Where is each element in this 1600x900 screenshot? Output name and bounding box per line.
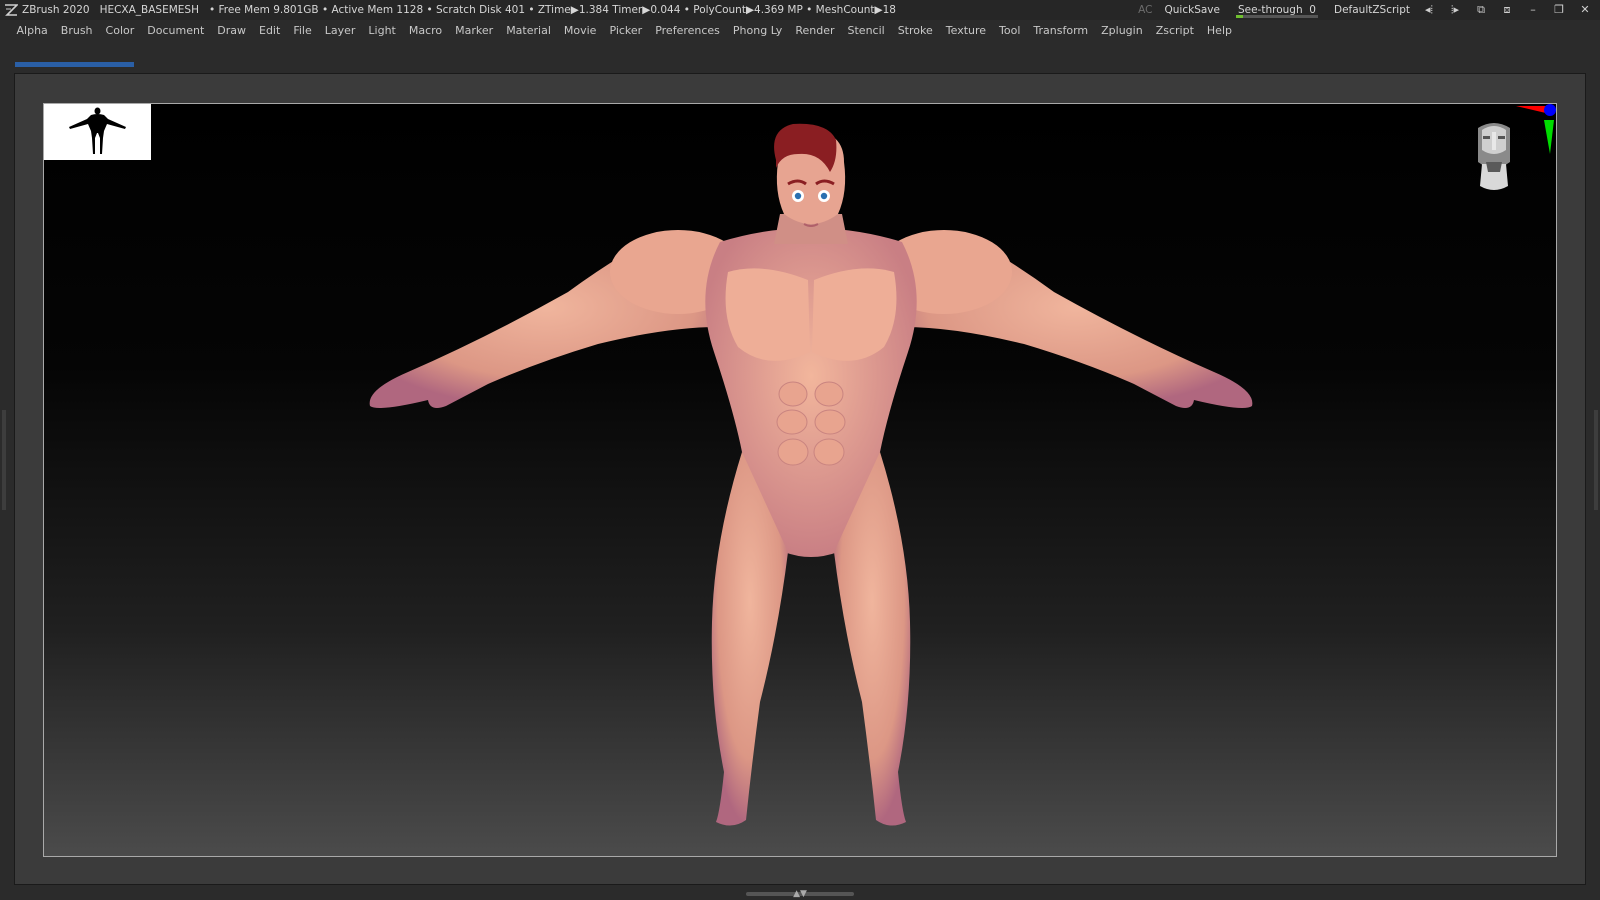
model-body (369, 214, 1253, 826)
menu-bar: Alpha Brush Color Document Draw Edit File Layer… (0, 20, 1600, 42)
see-through-slider[interactable]: See-through 0 (1232, 0, 1322, 20)
layout-icon[interactable]: ⧈ (1500, 0, 1514, 20)
navigation-cube[interactable] (1468, 102, 1560, 208)
silhouette-thumbnail[interactable] (44, 104, 151, 160)
menu-stencil[interactable]: Stencil (841, 20, 891, 42)
menu-edit[interactable]: Edit (253, 20, 287, 42)
default-zscript-button[interactable]: DefaultZScript (1334, 0, 1410, 20)
menu-marker[interactable]: Marker (449, 20, 500, 42)
right-tray-handle[interactable] (1594, 410, 1598, 510)
silhouette-icon (69, 107, 126, 154)
menu-picker[interactable]: Picker (603, 20, 649, 42)
model-head (774, 123, 846, 227)
menu-zplugin[interactable]: Zplugin (1095, 20, 1150, 42)
menu-color[interactable]: Color (99, 20, 141, 42)
left-tray-handle[interactable] (2, 410, 6, 510)
menu-render[interactable]: Render (789, 20, 841, 42)
active-tab-indicator[interactable] (15, 62, 134, 67)
close-icon[interactable]: ✕ (1578, 0, 1592, 20)
menu-preferences[interactable]: Preferences (649, 20, 727, 42)
dock-right-icon[interactable]: ⦙▸ (1448, 0, 1462, 20)
menu-macro[interactable]: Macro (402, 20, 448, 42)
ac-toggle[interactable]: AC (1138, 0, 1152, 20)
see-through-fill (1235, 15, 1243, 18)
axis-z-icon (1544, 104, 1556, 116)
app-title: ZBrush 2020 (22, 4, 90, 16)
title-bar: ZBrush 2020 HECXA_BASEMESH • Free Mem 9.… (0, 0, 1600, 20)
expand-arrows-icon[interactable]: ▲▼ (790, 889, 810, 899)
menu-tool[interactable]: Tool (993, 20, 1027, 42)
menu-stroke[interactable]: Stroke (891, 20, 939, 42)
menu-document[interactable]: Document (141, 20, 211, 42)
menu-draw[interactable]: Draw (211, 20, 253, 42)
menu-layer[interactable]: Layer (318, 20, 362, 42)
menu-brush[interactable]: Brush (54, 20, 99, 42)
lightbox-icon[interactable]: ⧉ (1474, 0, 1488, 20)
axis-y-icon (1544, 120, 1554, 154)
dock-left-icon[interactable]: ◂⦙ (1422, 0, 1436, 20)
project-name: HECXA_BASEMESH (99, 4, 199, 16)
menu-alpha[interactable]: Alpha (10, 20, 54, 42)
menu-file[interactable]: File (287, 20, 318, 42)
menu-texture[interactable]: Texture (939, 20, 992, 42)
menu-light[interactable]: Light (362, 20, 402, 42)
zbrush-logo-icon[interactable] (4, 3, 18, 17)
menu-zscript[interactable]: Zscript (1149, 20, 1200, 42)
menu-movie[interactable]: Movie (557, 20, 603, 42)
quicksave-button[interactable]: QuickSave (1165, 0, 1220, 20)
minimize-icon[interactable]: – (1526, 0, 1540, 20)
stats-readout: • Free Mem 9.801GB • Active Mem 1128 • S… (209, 4, 896, 16)
menu-transform[interactable]: Transform (1027, 20, 1095, 42)
menu-phong-ly[interactable]: Phong Ly (726, 20, 788, 42)
menu-material[interactable]: Material (500, 20, 558, 42)
character-model[interactable] (368, 122, 1254, 846)
head-gizmo-icon (1478, 123, 1510, 190)
menu-help[interactable]: Help (1200, 20, 1238, 42)
maximize-icon[interactable]: ❐ (1552, 0, 1566, 20)
